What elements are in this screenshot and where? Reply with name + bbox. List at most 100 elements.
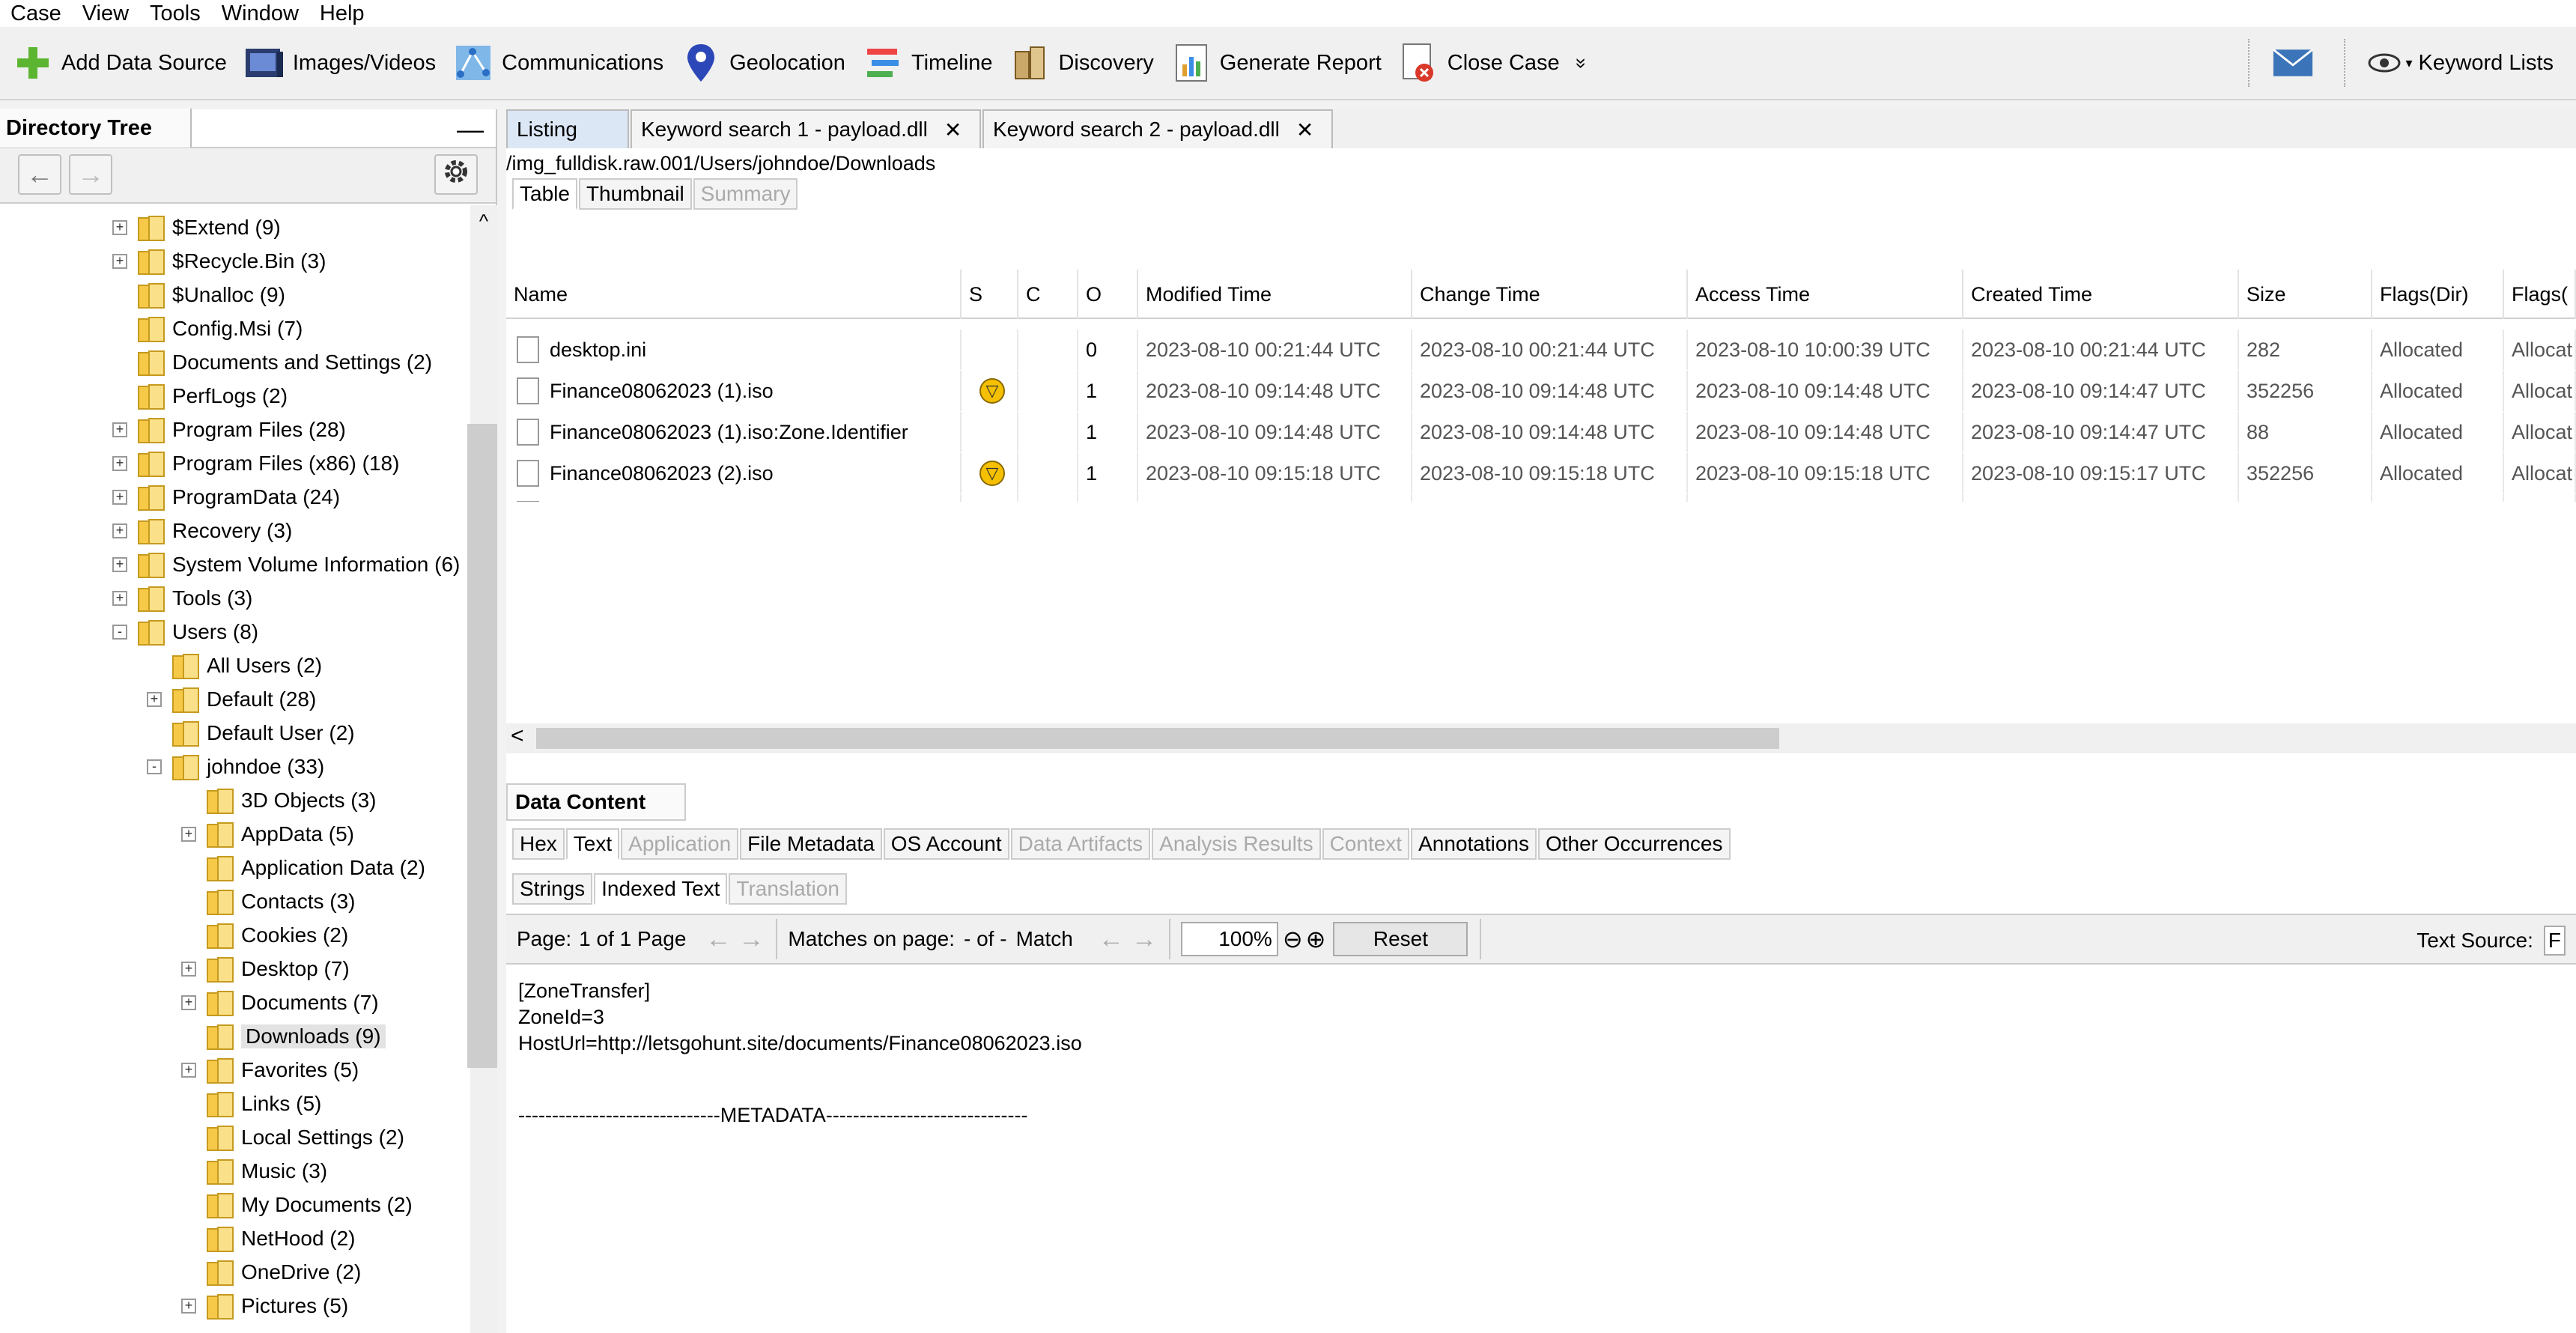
- expand-icon[interactable]: +: [181, 995, 196, 1010]
- next-match-icon[interactable]: →: [1131, 925, 1157, 954]
- close-icon[interactable]: ✕: [944, 118, 962, 142]
- tree-item[interactable]: Local Settings (2): [181, 1121, 404, 1154]
- collapse-icon[interactable]: -: [147, 759, 162, 774]
- tree-item[interactable]: $Unalloc (9): [112, 279, 285, 312]
- tab-listing[interactable]: Listing: [506, 109, 629, 148]
- minimize-icon[interactable]: —: [457, 114, 484, 145]
- column-header[interactable]: Access Time: [1688, 270, 1963, 319]
- back-button[interactable]: ←: [18, 154, 61, 195]
- tree-item[interactable]: Downloads (9): [181, 1020, 386, 1053]
- geolocation-button[interactable]: Geolocation: [680, 37, 845, 89]
- tab-context[interactable]: Context: [1322, 828, 1410, 860]
- menu-case[interactable]: Case: [0, 0, 72, 27]
- tree-item[interactable]: + $Extend (9): [112, 211, 281, 244]
- tab-thumbnail[interactable]: Thumbnail: [578, 178, 692, 210]
- close-icon[interactable]: ✕: [1296, 118, 1313, 142]
- tab-keyword-search-2[interactable]: Keyword search 2 - payload.dll ✕: [982, 109, 1333, 148]
- expand-icon[interactable]: +: [112, 557, 127, 572]
- tree-item[interactable]: Config.Msi (7): [112, 312, 303, 345]
- settings-button[interactable]: [434, 154, 478, 195]
- tree-item[interactable]: Music (3): [181, 1155, 327, 1188]
- tab-os-account[interactable]: OS Account: [883, 828, 1009, 860]
- tree-item[interactable]: + Favorites (5): [181, 1054, 359, 1087]
- tree-item[interactable]: + Pictures (5): [181, 1290, 348, 1323]
- subtab-strings[interactable]: Strings: [512, 873, 593, 905]
- tree-item[interactable]: PerfLogs (2): [112, 380, 288, 413]
- directory-tree-tab[interactable]: Directory Tree: [0, 109, 192, 148]
- expand-icon[interactable]: +: [181, 827, 196, 842]
- prev-page-icon[interactable]: ←: [705, 925, 731, 954]
- table-row[interactable]: desktop.ini 0 2023-08-10 00:21:44 UTC 2023-…: [506, 330, 2576, 370]
- tab-other-occurrences[interactable]: Other Occurrences: [1537, 828, 1731, 860]
- tree-item[interactable]: + System Volume Information (6): [112, 548, 460, 581]
- tab-file-metadata[interactable]: File Metadata: [740, 828, 882, 860]
- tree-item[interactable]: OneDrive (2): [181, 1256, 361, 1289]
- text-source-select[interactable]: F: [2543, 926, 2566, 956]
- tree-item[interactable]: - Users (8): [112, 616, 258, 649]
- tab-text[interactable]: Text: [565, 828, 620, 860]
- expand-icon[interactable]: +: [181, 962, 196, 977]
- tree-item[interactable]: NetHood (2): [181, 1222, 356, 1255]
- images-videos-button[interactable]: Images/Videos: [243, 37, 436, 89]
- tree-scrollbar-thumb[interactable]: [467, 424, 497, 1068]
- subtab-translation[interactable]: Translation: [729, 873, 847, 905]
- tab-summary[interactable]: Summary: [693, 178, 798, 210]
- scroll-left-arrow-icon[interactable]: <: [511, 723, 524, 749]
- subtab-indexed-text[interactable]: Indexed Text: [594, 873, 728, 905]
- tree-item[interactable]: + Default (28): [147, 683, 316, 716]
- table-row[interactable]: Finance08062023 (1).iso ▽ 1 2023-08-10 09:1…: [506, 371, 2576, 411]
- close-case-button[interactable]: Close Case: [1398, 37, 1560, 89]
- tab-hex[interactable]: Hex: [512, 828, 565, 860]
- expand-icon[interactable]: +: [112, 490, 127, 505]
- column-header[interactable]: S: [962, 270, 1018, 319]
- tree-item[interactable]: + AppData (5): [181, 818, 354, 851]
- toolbar-overflow-button[interactable]: »: [1570, 37, 1593, 89]
- tab-application[interactable]: Application: [621, 828, 739, 860]
- table-scrollbar-thumb[interactable]: [536, 728, 1779, 749]
- tree-item[interactable]: + Program Files (28): [112, 413, 346, 446]
- menu-view[interactable]: View: [72, 0, 139, 27]
- tab-annotations[interactable]: Annotations: [1411, 828, 1537, 860]
- column-header[interactable]: O: [1078, 270, 1138, 319]
- expand-icon[interactable]: +: [112, 591, 127, 606]
- column-header[interactable]: Flags(: [2504, 270, 2576, 319]
- column-header[interactable]: Change Time: [1412, 270, 1688, 319]
- generate-report-button[interactable]: Generate Report: [1170, 37, 1382, 89]
- zoom-out-icon[interactable]: ⊖: [1283, 925, 1303, 953]
- column-header[interactable]: Modified Time: [1138, 270, 1412, 319]
- tree-item[interactable]: All Users (2): [147, 649, 322, 682]
- discovery-button[interactable]: Discovery: [1009, 37, 1154, 89]
- reset-button[interactable]: Reset: [1333, 922, 1468, 956]
- communications-button[interactable]: Communications: [452, 37, 663, 89]
- tree-item[interactable]: + Documents (7): [181, 986, 379, 1019]
- tree-item[interactable]: + Desktop (7): [181, 953, 350, 986]
- column-header[interactable]: C: [1018, 270, 1078, 319]
- tree-item[interactable]: + Program Files (x86) (18): [112, 447, 399, 480]
- mail-button[interactable]: [2272, 37, 2321, 89]
- menu-help[interactable]: Help: [309, 0, 375, 27]
- expand-icon[interactable]: +: [181, 1063, 196, 1078]
- menu-tools[interactable]: Tools: [139, 0, 211, 27]
- table-row[interactable]: Finance08062023 (1).iso:Zone.Identifier 1…: [506, 412, 2576, 452]
- tree-item[interactable]: - johndoe (33): [147, 750, 324, 783]
- expand-icon[interactable]: +: [181, 1299, 196, 1314]
- tree-item[interactable]: Application Data (2): [181, 851, 425, 884]
- add-data-source-button[interactable]: Add Data Source: [12, 37, 227, 89]
- tree-item[interactable]: My Documents (2): [181, 1188, 413, 1221]
- column-header[interactable]: Flags(Dir): [2372, 270, 2504, 319]
- expand-icon[interactable]: +: [112, 523, 127, 538]
- expand-icon[interactable]: +: [112, 220, 127, 235]
- column-header[interactable]: Name: [506, 270, 962, 319]
- forward-button[interactable]: →: [69, 154, 112, 195]
- tree-item[interactable]: + Recovery (3): [112, 514, 292, 547]
- zoom-in-icon[interactable]: ⊕: [1306, 925, 1326, 953]
- tree-item[interactable]: 3D Objects (3): [181, 784, 377, 817]
- table-row[interactable]: Finance08062023 (2).iso:Zone.Identifier 1…: [506, 494, 2576, 502]
- expand-icon[interactable]: +: [112, 422, 127, 437]
- tab-keyword-search-1[interactable]: Keyword search 1 - payload.dll ✕: [631, 109, 981, 148]
- tab-data-artifacts[interactable]: Data Artifacts: [1010, 828, 1151, 860]
- table-horizontal-scrollbar[interactable]: <: [506, 723, 2576, 753]
- expand-icon[interactable]: +: [112, 456, 127, 471]
- next-page-icon[interactable]: →: [738, 925, 764, 954]
- column-header[interactable]: Size: [2239, 270, 2372, 319]
